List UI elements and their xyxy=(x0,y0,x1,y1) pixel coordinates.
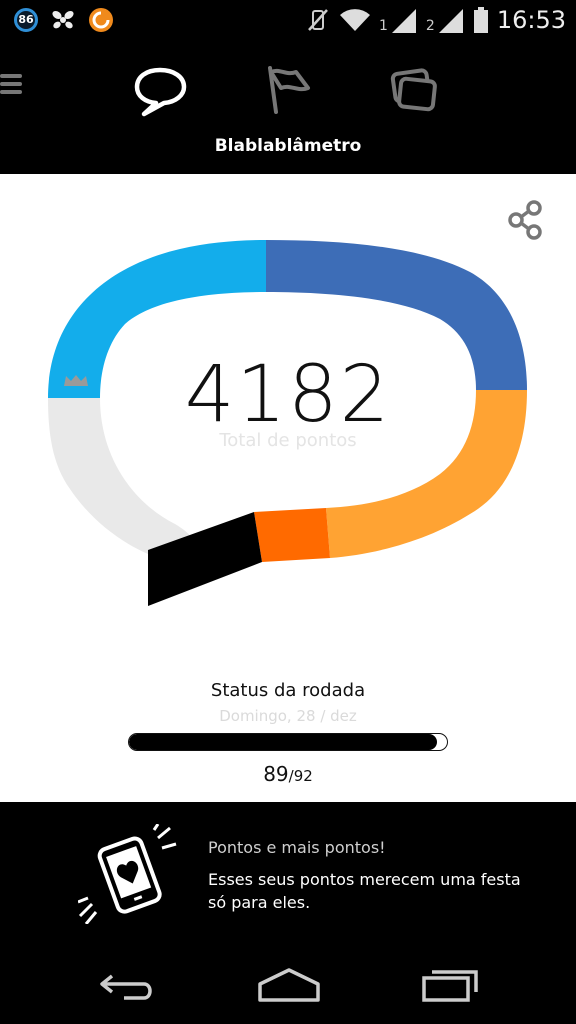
home-icon[interactable] xyxy=(254,964,324,1004)
phone-heart-icon xyxy=(78,824,177,924)
round-progress-fill xyxy=(129,734,437,750)
system-navigation-bar xyxy=(0,942,576,1024)
tab-flag[interactable] xyxy=(256,62,316,118)
top-navigation: Blablablâmetro xyxy=(0,44,576,174)
app-notification-icon xyxy=(52,10,74,29)
round-current: 89 xyxy=(263,762,289,786)
page-title: Blablablâmetro xyxy=(214,136,362,156)
gauge-segment-dark-orange xyxy=(254,508,330,562)
promo-title: Pontos e mais pontos! xyxy=(208,838,386,857)
round-progress-count: 89/92 xyxy=(0,762,576,786)
menu-button[interactable] xyxy=(0,70,22,100)
main-panel: 4182 Total de pontos Status da rodada Do… xyxy=(0,174,576,802)
status-bar: 86 1 2 16:53 xyxy=(0,0,576,44)
vibrate-off-icon xyxy=(308,9,328,31)
signal-sim2-icon xyxy=(438,9,463,33)
orange-app-icon xyxy=(89,8,113,32)
battery-icon xyxy=(473,7,488,33)
menu-icon xyxy=(0,74,22,78)
round-date: Domingo, 28 / dez xyxy=(219,707,357,725)
back-icon[interactable] xyxy=(94,964,164,1004)
score-label: Total de pontos xyxy=(219,430,357,451)
round-progress-bar xyxy=(128,733,448,751)
round-status-title: Status da rodada xyxy=(210,680,366,701)
clock: 16:53 xyxy=(496,6,566,34)
signal-sim1-icon xyxy=(391,9,416,33)
notification-badge: 86 xyxy=(14,8,38,32)
promo-text: Esses seus pontos merecem uma festa só p… xyxy=(208,870,521,912)
round-total: /92 xyxy=(288,767,313,785)
tab-chat[interactable] xyxy=(130,62,190,118)
sim1-label: 1 xyxy=(378,18,388,34)
recent-apps-icon[interactable] xyxy=(414,964,484,1004)
promo-banner[interactable]: Pontos e mais pontos! Esses seus pontos … xyxy=(0,802,576,942)
cards-icon xyxy=(390,68,437,112)
chat-bubble-icon xyxy=(134,67,187,117)
wifi-icon xyxy=(339,9,370,32)
flag-icon xyxy=(268,66,310,114)
tab-cards[interactable] xyxy=(384,62,444,118)
score-value: 4182 xyxy=(184,350,392,440)
sim2-label: 2 xyxy=(425,18,435,34)
